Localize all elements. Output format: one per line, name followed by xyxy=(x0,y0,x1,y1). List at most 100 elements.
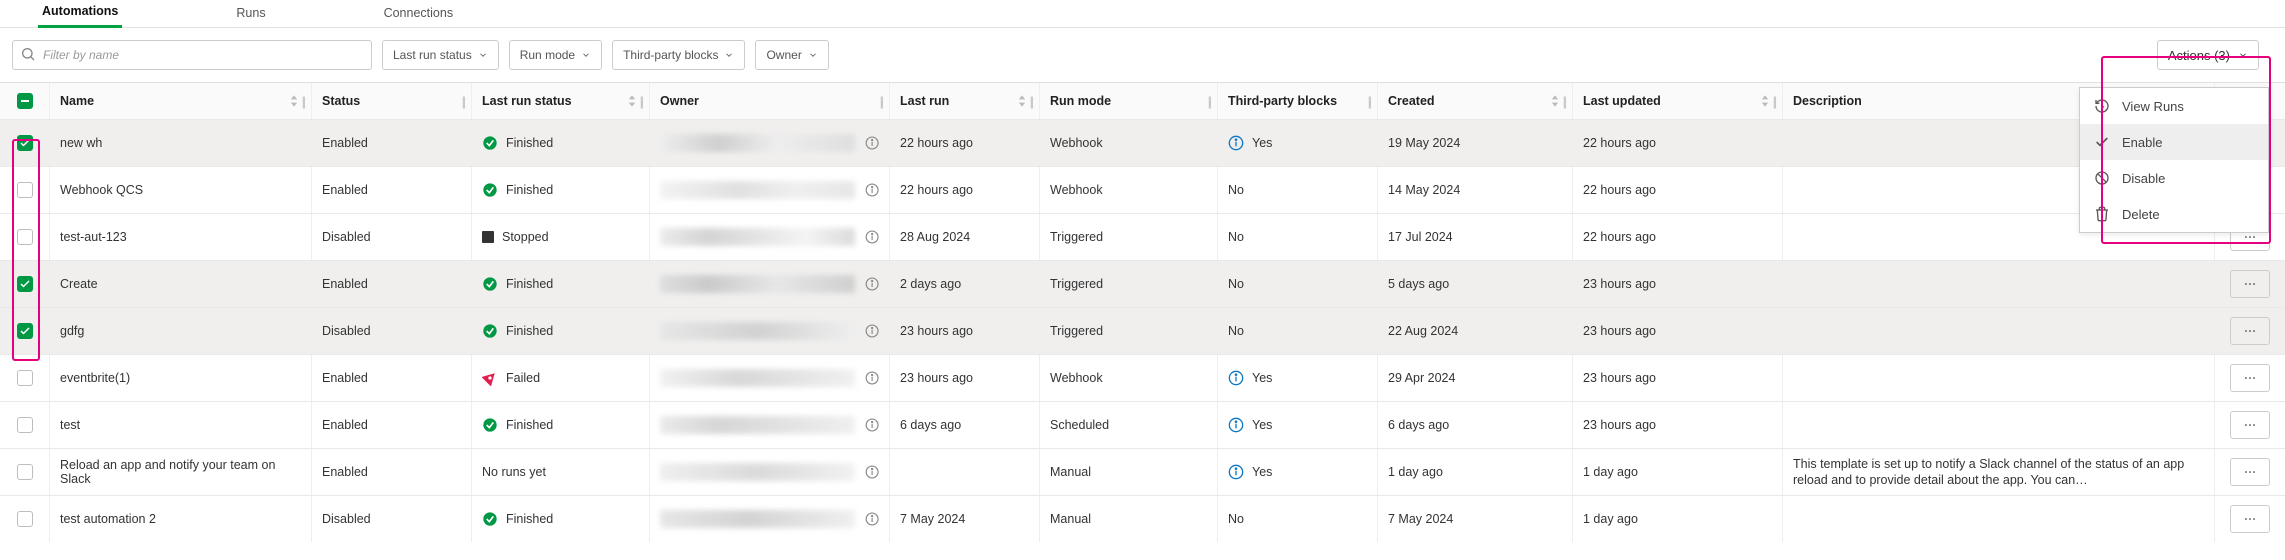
actions-menu-disable[interactable]: Disable xyxy=(2080,160,2268,196)
row-checkbox[interactable] xyxy=(17,511,33,527)
filter-last-run-status[interactable]: Last run status xyxy=(382,40,499,70)
check-circle-icon xyxy=(482,323,498,339)
row-actions-button[interactable] xyxy=(2230,505,2270,533)
last-run-status: Failed xyxy=(482,370,540,386)
row-checkbox[interactable] xyxy=(17,464,33,480)
updated-text: 23 hours ago xyxy=(1583,418,1656,432)
created-text: 29 Apr 2024 xyxy=(1388,371,1455,385)
updated-text: 22 hours ago xyxy=(1583,230,1656,244)
info-icon xyxy=(865,417,879,433)
info-icon xyxy=(865,182,879,198)
col-last-updated[interactable]: Last updated|| xyxy=(1573,83,1783,119)
trash-icon xyxy=(2094,206,2110,222)
row-actions-button[interactable] xyxy=(2230,317,2270,345)
col-name[interactable]: Name|| xyxy=(50,83,312,119)
filter-owner[interactable]: Owner xyxy=(755,40,828,70)
table-row[interactable]: Webhook QCSEnabledFinished22 hours agoWe… xyxy=(0,166,2285,213)
run-mode-text: Webhook xyxy=(1050,183,1103,197)
tab-connections[interactable]: Connections xyxy=(380,6,458,27)
actions-menu-delete[interactable]: Delete xyxy=(2080,196,2268,232)
check-icon xyxy=(2094,134,2110,150)
last-run-text: 6 days ago xyxy=(900,418,961,432)
toolbar: Last run status Run mode Third-party blo… xyxy=(0,28,2285,82)
search-input[interactable] xyxy=(12,40,372,70)
check-circle-icon xyxy=(482,417,498,433)
run-mode-text: Manual xyxy=(1050,512,1091,526)
info-icon xyxy=(865,511,879,527)
created-text: 5 days ago xyxy=(1388,277,1449,291)
table-row[interactable]: eventbrite(1)EnabledFailed23 hours agoWe… xyxy=(0,354,2285,401)
actions-menu-view-runs[interactable]: View Runs xyxy=(2080,88,2268,124)
last-run-status: Finished xyxy=(482,135,553,151)
table-row[interactable]: testEnabledFinished6 days agoScheduledYe… xyxy=(0,401,2285,448)
last-run-text: 22 hours ago xyxy=(900,136,973,150)
status-text: Enabled xyxy=(322,136,368,150)
col-status[interactable]: Status|| xyxy=(312,83,472,119)
filter-run-mode[interactable]: Run mode xyxy=(509,40,602,70)
row-checkbox[interactable] xyxy=(17,276,33,292)
updated-text: 23 hours ago xyxy=(1583,324,1656,338)
table-row[interactable]: new whEnabledFinished22 hours agoWebhook… xyxy=(0,119,2285,166)
col-run-mode[interactable]: Run mode|| xyxy=(1040,83,1218,119)
third-party-value: Yes xyxy=(1228,370,1272,386)
owner-redacted xyxy=(660,228,855,246)
row-checkbox[interactable] xyxy=(17,182,33,198)
info-icon xyxy=(865,276,879,292)
table-row[interactable]: gdfgDisabledFinished23 hours agoTriggere… xyxy=(0,307,2285,354)
info-icon xyxy=(865,370,879,386)
updated-text: 23 hours ago xyxy=(1583,277,1656,291)
actions-button[interactable]: Actions (3) xyxy=(2157,40,2259,70)
more-horizontal-icon xyxy=(2243,465,2257,479)
row-actions-button[interactable] xyxy=(2230,411,2270,439)
chevron-down-icon xyxy=(724,50,734,60)
col-owner[interactable]: Owner|| xyxy=(650,83,890,119)
owner-redacted xyxy=(660,463,855,481)
last-run-status: Finished xyxy=(482,323,553,339)
row-checkbox[interactable] xyxy=(17,323,33,339)
status-text: Disabled xyxy=(322,512,371,526)
row-checkbox[interactable] xyxy=(17,135,33,151)
row-actions-button[interactable] xyxy=(2230,364,2270,392)
chevron-down-icon xyxy=(581,50,591,60)
actions-menu-enable[interactable]: Enable xyxy=(2080,124,2268,160)
col-third-party[interactable]: Third-party blocks|| xyxy=(1218,83,1378,119)
third-party-value: Yes xyxy=(1228,417,1272,433)
select-all-checkbox[interactable] xyxy=(17,93,33,109)
third-party-value: No xyxy=(1228,277,1244,291)
owner-redacted xyxy=(660,322,855,340)
updated-text: 1 day ago xyxy=(1583,465,1638,479)
owner-redacted xyxy=(660,510,855,528)
tab-runs[interactable]: Runs xyxy=(232,6,269,27)
third-party-value: No xyxy=(1228,230,1244,244)
created-text: 7 May 2024 xyxy=(1388,512,1453,526)
stop-icon xyxy=(482,231,494,243)
search-icon xyxy=(20,46,36,62)
row-checkbox[interactable] xyxy=(17,229,33,245)
col-created[interactable]: Created|| xyxy=(1378,83,1573,119)
info-icon xyxy=(865,229,879,245)
actions-menu-item-label: Enable xyxy=(2122,135,2162,150)
table-row[interactable]: test-aut-123DisabledStopped28 Aug 2024Tr… xyxy=(0,213,2285,260)
tab-automations[interactable]: Automations xyxy=(38,4,122,28)
automation-name: test-aut-123 xyxy=(60,230,127,244)
col-last-run-status[interactable]: Last run status|| xyxy=(472,83,650,119)
last-run-status: Finished xyxy=(482,511,553,527)
table-row[interactable]: test automation 2DisabledFinished7 May 2… xyxy=(0,495,2285,542)
filter-third-party[interactable]: Third-party blocks xyxy=(612,40,745,70)
third-party-value: No xyxy=(1228,324,1244,338)
automation-name: new wh xyxy=(60,136,102,150)
row-actions-button[interactable] xyxy=(2230,270,2270,298)
col-last-run[interactable]: Last run|| xyxy=(890,83,1040,119)
info-icon xyxy=(1228,135,1244,151)
description-text: This template is set up to notify a Slac… xyxy=(1793,452,2204,493)
updated-text: 23 hours ago xyxy=(1583,371,1656,385)
info-icon xyxy=(865,323,879,339)
row-actions-button[interactable] xyxy=(2230,458,2270,486)
info-icon xyxy=(865,135,879,151)
table-row[interactable]: Reload an app and notify your team on Sl… xyxy=(0,448,2285,495)
actions-menu-item-label: Disable xyxy=(2122,171,2165,186)
row-checkbox[interactable] xyxy=(17,370,33,386)
row-checkbox[interactable] xyxy=(17,417,33,433)
last-run-status: Finished xyxy=(482,276,553,292)
table-row[interactable]: CreateEnabledFinished2 days agoTriggered… xyxy=(0,260,2285,307)
